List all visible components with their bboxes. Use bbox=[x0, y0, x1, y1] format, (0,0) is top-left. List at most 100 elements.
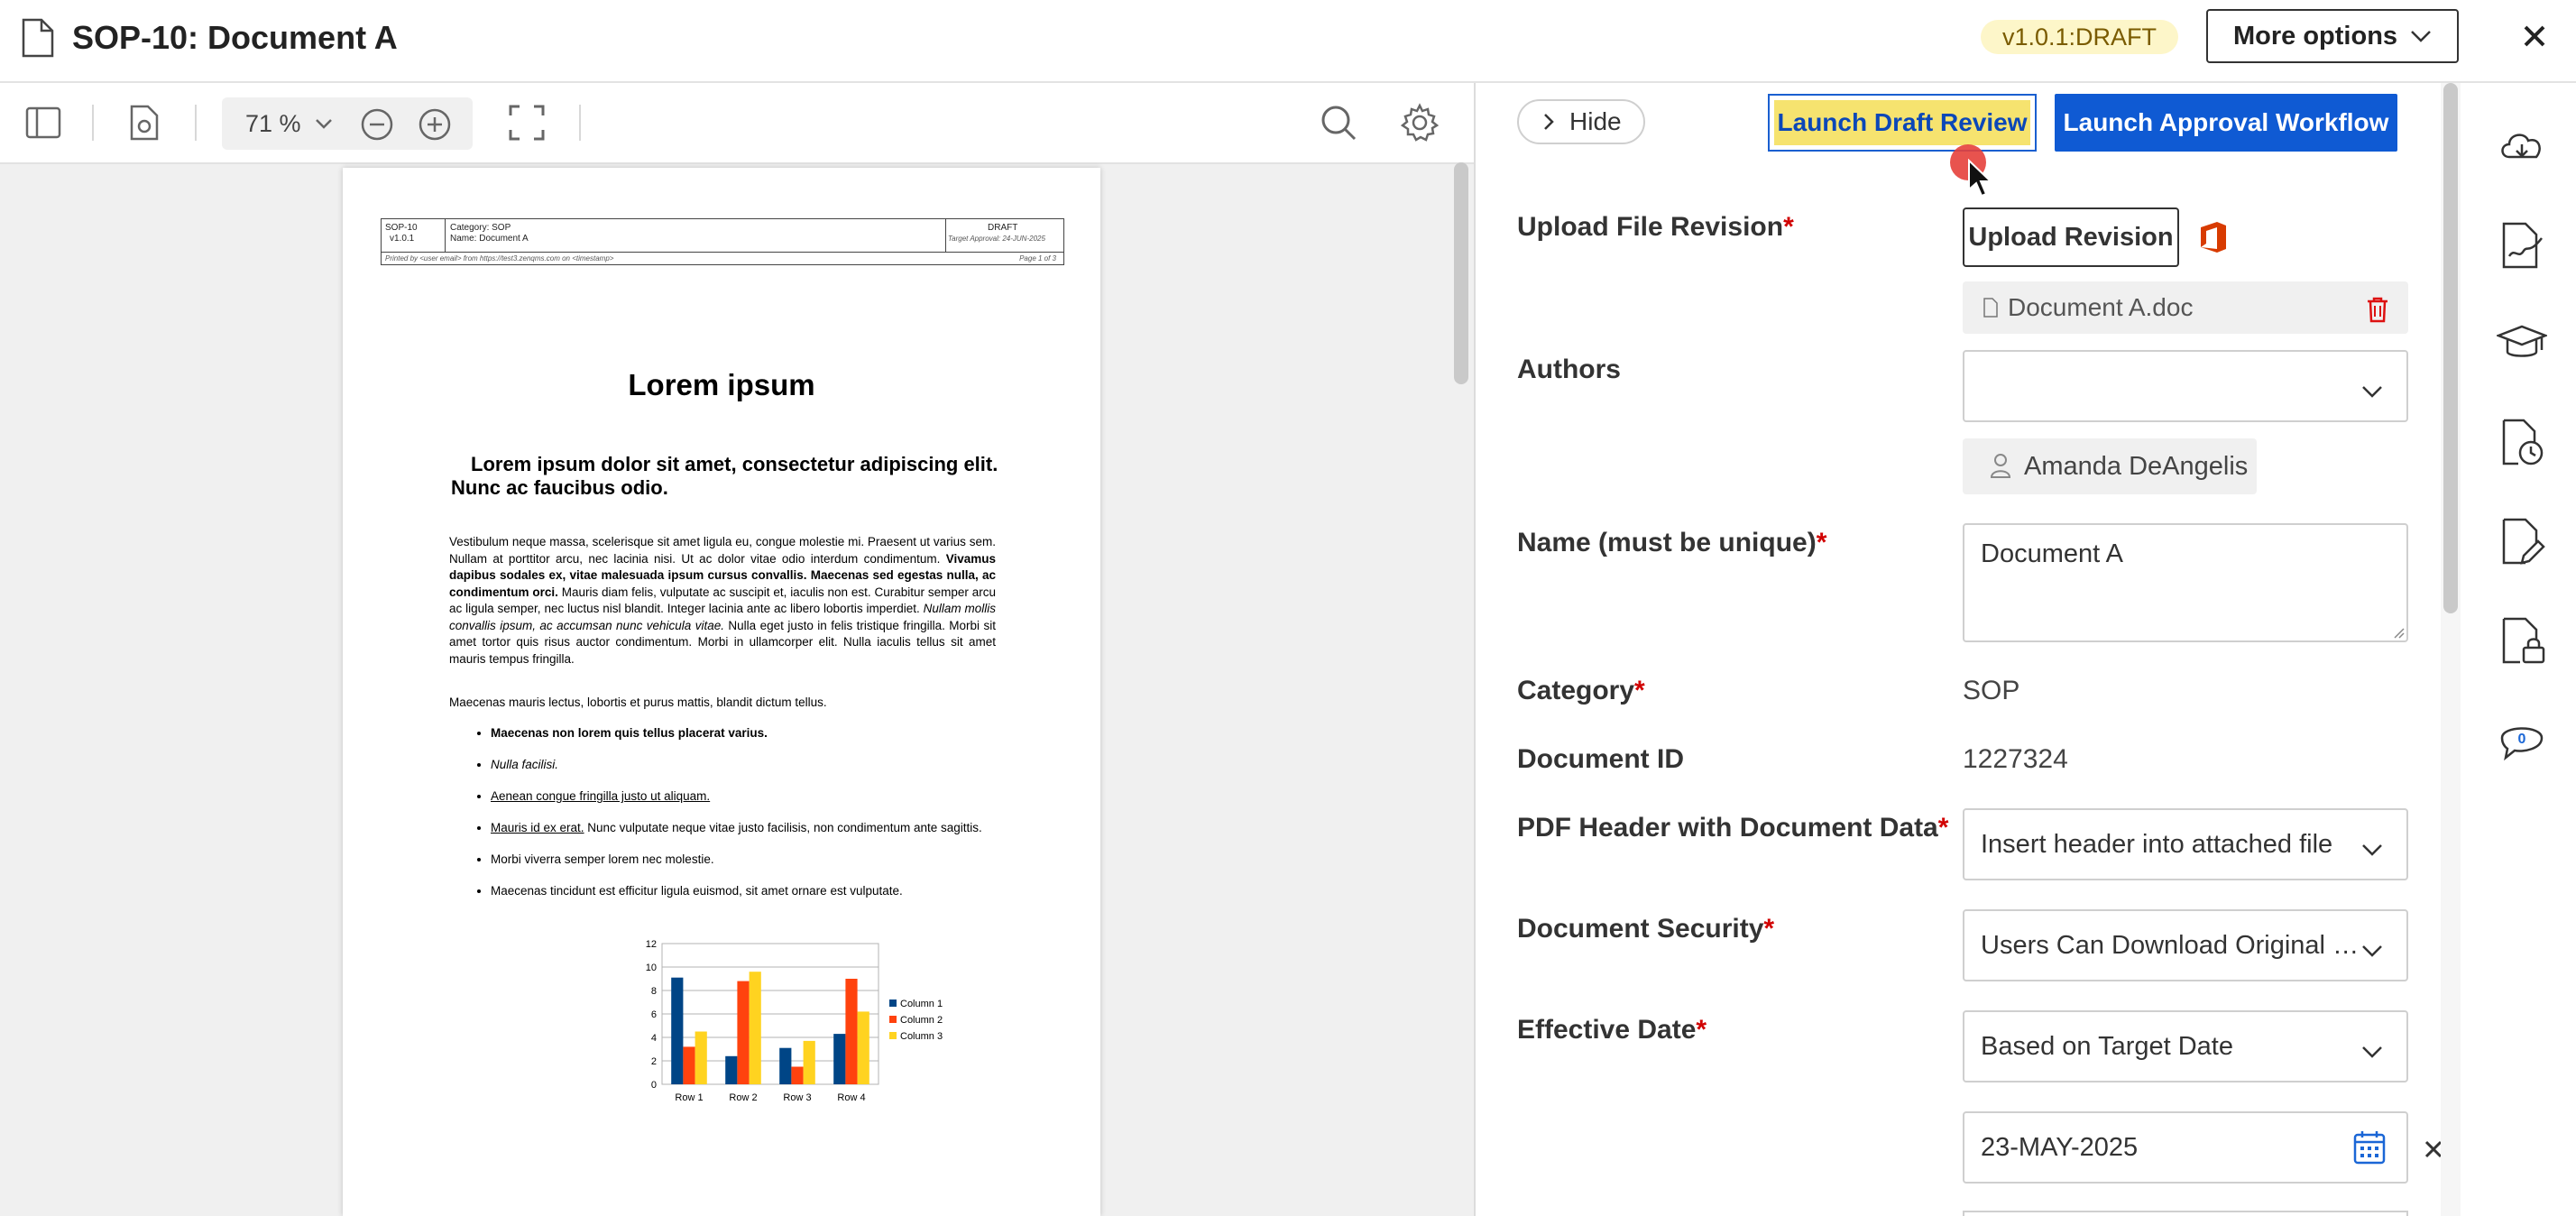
header-footer-row: Printed by <user email> from https://tes… bbox=[382, 252, 1063, 265]
legend-label: Column 2 bbox=[900, 1015, 943, 1026]
header-target: Target Approval: 24-JUN-2025 bbox=[948, 235, 1045, 243]
launch-approval-workflow-button[interactable]: Launch Approval Workflow bbox=[2055, 94, 2397, 152]
pdf-header-table: SOP-10 v1.0.1 Category: SOP Name: Docume… bbox=[381, 218, 1064, 265]
calendar-icon[interactable] bbox=[2352, 1129, 2387, 1165]
document-security-label-text: Document Security bbox=[1517, 914, 1764, 944]
panel-scrollbar-thumb[interactable] bbox=[2443, 83, 2458, 613]
x-tick-label: Row 2 bbox=[729, 1092, 757, 1103]
effective-date-value: Based on Target Date bbox=[1981, 1032, 2233, 1061]
next-field bbox=[1963, 1211, 2408, 1216]
document-security-select[interactable]: Users Can Download Original F... bbox=[1963, 909, 2408, 981]
chevron-down-icon bbox=[2362, 386, 2382, 398]
pdf-paragraph: Maecenas mauris lectus, lobortis et puru… bbox=[449, 696, 827, 709]
pdf-title: Lorem ipsum bbox=[628, 368, 815, 401]
pdf-subtitle: Lorem ipsum dolor sit amet, consectetur … bbox=[451, 453, 998, 499]
legend-swatch bbox=[889, 1032, 897, 1039]
list-text: Maecenas tincidunt est efficitur ligula … bbox=[491, 884, 903, 898]
fullscreen-icon[interactable] bbox=[507, 103, 547, 143]
document-id-label: Document ID bbox=[1517, 744, 1685, 774]
legend-swatch bbox=[889, 1000, 897, 1007]
chevron-down-icon bbox=[2362, 945, 2382, 957]
office-icon[interactable] bbox=[2199, 220, 2228, 254]
cloud-download-icon[interactable] bbox=[2497, 121, 2547, 171]
list-item: Nulla facilisi. bbox=[491, 757, 1037, 773]
file-name: Document A.doc bbox=[2008, 293, 2194, 321]
list-text: Nunc vulputate neque vitae justo facilis… bbox=[584, 821, 982, 834]
zoom-control[interactable]: 71 % bbox=[222, 97, 473, 150]
y-tick-label: 0 bbox=[651, 1080, 657, 1091]
file-icon bbox=[1983, 298, 1998, 318]
author-chip[interactable]: Amanda DeAngelis bbox=[1963, 438, 2257, 494]
upload-label-text: Upload File Revision bbox=[1517, 212, 1784, 242]
chevron-down-icon bbox=[2411, 31, 2431, 42]
x-tick-label: Row 3 bbox=[783, 1092, 811, 1103]
bar-chart: 0 2 4 6 8 10 12 Row 1 Row 2 Row 3 Row 4 Column 1 Col… bbox=[646, 939, 943, 1103]
header-category: Category: SOP bbox=[450, 223, 511, 233]
y-tick-label: 6 bbox=[651, 1009, 657, 1020]
user-icon bbox=[1990, 454, 2011, 478]
name-label: Name (must be unique)* bbox=[1517, 525, 1826, 561]
zoom-in-icon[interactable] bbox=[417, 106, 453, 143]
bar bbox=[737, 981, 750, 1084]
legend-label: Column 1 bbox=[900, 999, 943, 1009]
bar bbox=[779, 1047, 792, 1084]
zoom-level: 71 % bbox=[245, 110, 301, 137]
name-label-text: Name (must be unique) bbox=[1517, 528, 1817, 557]
chevron-down-icon bbox=[2362, 844, 2382, 856]
header-status-cell: DRAFT Target Approval: 24-JUN-2025 bbox=[945, 219, 1063, 252]
header-id-cell: SOP-10 v1.0.1 bbox=[382, 219, 446, 252]
effective-date-label-text: Effective Date bbox=[1517, 1015, 1697, 1045]
required-mark: * bbox=[1816, 528, 1827, 557]
viewer-scrollbar[interactable] bbox=[1454, 162, 1468, 384]
chevron-down-icon[interactable] bbox=[312, 112, 336, 135]
launch-draft-review-button[interactable]: Launch Draft Review bbox=[1768, 94, 2037, 152]
toolbar-divider bbox=[195, 105, 197, 141]
y-tick-label: 10 bbox=[646, 963, 657, 973]
x-tick-label: Row 4 bbox=[837, 1092, 865, 1103]
resize-handle-icon[interactable] bbox=[2392, 626, 2405, 639]
panel-scrollbar[interactable] bbox=[2441, 83, 2461, 1216]
trash-icon[interactable] bbox=[2365, 296, 2390, 323]
document-security-value: Users Can Download Original F... bbox=[1981, 931, 2360, 960]
comments-icon[interactable]: 0 bbox=[2497, 714, 2547, 765]
header-name: Name: Document A bbox=[450, 234, 529, 244]
document-sign-icon[interactable] bbox=[2497, 220, 2547, 271]
more-options-label: More options bbox=[2233, 22, 2398, 51]
hide-label: Hide bbox=[1569, 107, 1622, 135]
required-mark: * bbox=[1634, 676, 1645, 705]
upload-label: Upload File Revision* bbox=[1517, 209, 1794, 245]
date-input[interactable]: 23-MAY-2025 bbox=[1963, 1111, 2408, 1184]
document-edit-icon[interactable] bbox=[2497, 516, 2547, 567]
pdf-list: Maecenas non lorem quis tellus placerat … bbox=[449, 725, 1037, 915]
more-options-button[interactable]: More options bbox=[2206, 9, 2459, 63]
required-mark: * bbox=[1937, 813, 1949, 843]
y-tick-label: 2 bbox=[651, 1056, 657, 1067]
document-settings-icon[interactable] bbox=[124, 103, 164, 143]
effective-date-select[interactable]: Based on Target Date bbox=[1963, 1010, 2408, 1082]
category-label: Category* bbox=[1517, 673, 1645, 709]
name-field[interactable]: Document A bbox=[1963, 523, 2408, 642]
mouse-cursor-icon bbox=[1968, 159, 1993, 198]
zoom-out-icon[interactable] bbox=[359, 106, 395, 143]
pdf-header-value: Insert header into attached file bbox=[1981, 830, 2333, 859]
document-lock-icon[interactable] bbox=[2497, 615, 2547, 666]
comments-count: 0 bbox=[2518, 732, 2526, 747]
sidebar-toggle-icon[interactable] bbox=[23, 103, 63, 143]
graduation-cap-icon[interactable] bbox=[2497, 318, 2547, 368]
date-value: 23-MAY-2025 bbox=[1981, 1133, 2139, 1162]
bar bbox=[803, 1040, 815, 1084]
list-item: Morbi viverra semper lorem nec molestie. bbox=[491, 852, 1037, 868]
document-history-icon[interactable] bbox=[2497, 417, 2547, 467]
list-text-underline: Mauris id ex erat. bbox=[491, 821, 584, 834]
pdf-header-select[interactable]: Insert header into attached file bbox=[1963, 808, 2408, 880]
authors-select[interactable] bbox=[1963, 350, 2408, 422]
close-icon[interactable] bbox=[2516, 18, 2553, 54]
hide-button[interactable]: Hide bbox=[1517, 99, 1645, 144]
y-tick-label: 4 bbox=[651, 1033, 657, 1044]
category-label-text: Category bbox=[1517, 676, 1635, 705]
upload-revision-button[interactable]: Upload Revision bbox=[1963, 207, 2179, 267]
gear-icon[interactable] bbox=[1400, 103, 1440, 143]
search-icon[interactable] bbox=[1319, 103, 1358, 143]
bar bbox=[791, 1066, 804, 1084]
para-text: Vestibulum neque massa, scelerisque sit … bbox=[449, 535, 996, 566]
